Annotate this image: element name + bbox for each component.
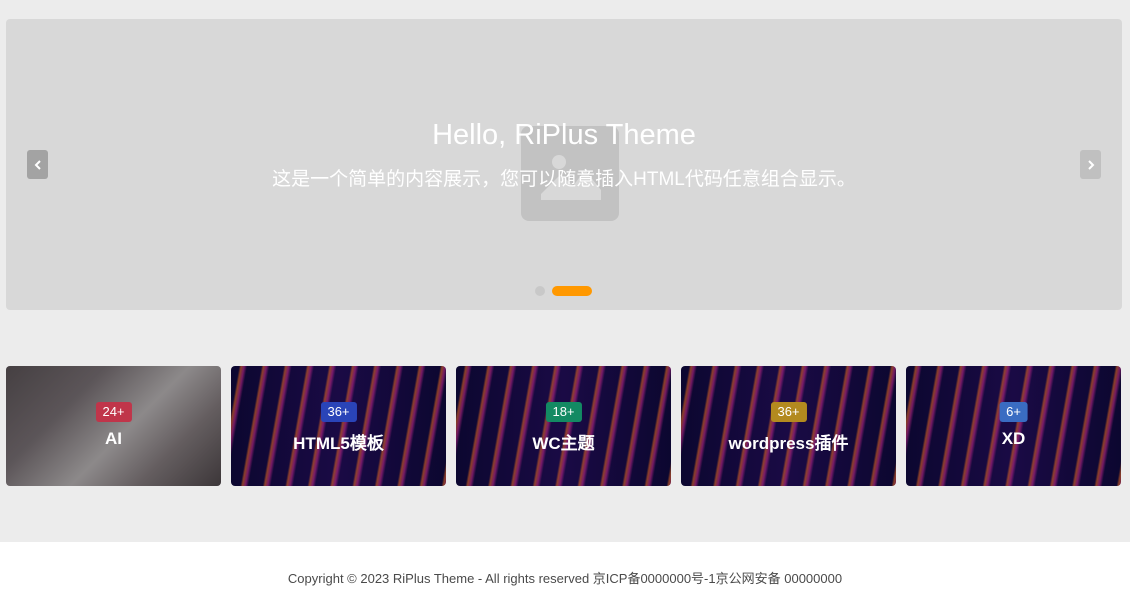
category-cards: 24+ AI 36+ HTML5模板 18+ WC主题 36+ wordpres… bbox=[6, 366, 1122, 486]
slide-subtitle: 这是一个简单的内容展示，您可以随意插入HTML代码任意组合显示。 bbox=[272, 169, 856, 190]
category-name: wordpress插件 bbox=[728, 434, 849, 453]
chevron-left-icon bbox=[34, 159, 41, 170]
category-count-badge: 24+ bbox=[95, 402, 132, 422]
hero-slider[interactable]: Hello, RiPlus Theme 这是一个简单的内容展示，您可以随意插入H… bbox=[6, 19, 1122, 310]
category-card-ai[interactable]: 24+ AI bbox=[6, 366, 221, 486]
category-card-html5[interactable]: 36+ HTML5模板 bbox=[231, 366, 446, 486]
category-card-xd[interactable]: 6+ XD bbox=[906, 366, 1121, 486]
category-card-wordpress[interactable]: 36+ wordpress插件 bbox=[681, 366, 896, 486]
copyright-text: Copyright © 2023 RiPlus Theme - All righ… bbox=[287, 571, 843, 586]
category-count-badge: 36+ bbox=[320, 402, 357, 422]
category-count-badge: 18+ bbox=[545, 402, 582, 422]
category-name: HTML5模板 bbox=[293, 434, 384, 453]
site-footer: Copyright © 2023 RiPlus Theme - All righ… bbox=[0, 542, 1130, 590]
slider-dot-1[interactable] bbox=[535, 286, 545, 296]
category-name: WC主题 bbox=[532, 434, 595, 453]
category-count-badge: 36+ bbox=[770, 402, 807, 422]
category-name: AI bbox=[105, 429, 122, 448]
slider-dot-2-active[interactable] bbox=[552, 286, 592, 296]
category-card-wc[interactable]: 18+ WC主题 bbox=[456, 366, 671, 486]
category-count-badge: 6+ bbox=[999, 402, 1028, 422]
slider-next-button[interactable] bbox=[1080, 150, 1101, 179]
slide-title: Hello, RiPlus Theme bbox=[432, 119, 696, 151]
chevron-right-icon bbox=[1087, 159, 1094, 170]
slider-pagination bbox=[535, 286, 592, 296]
category-name: XD bbox=[1001, 429, 1026, 448]
slider-prev-button[interactable] bbox=[27, 150, 48, 179]
